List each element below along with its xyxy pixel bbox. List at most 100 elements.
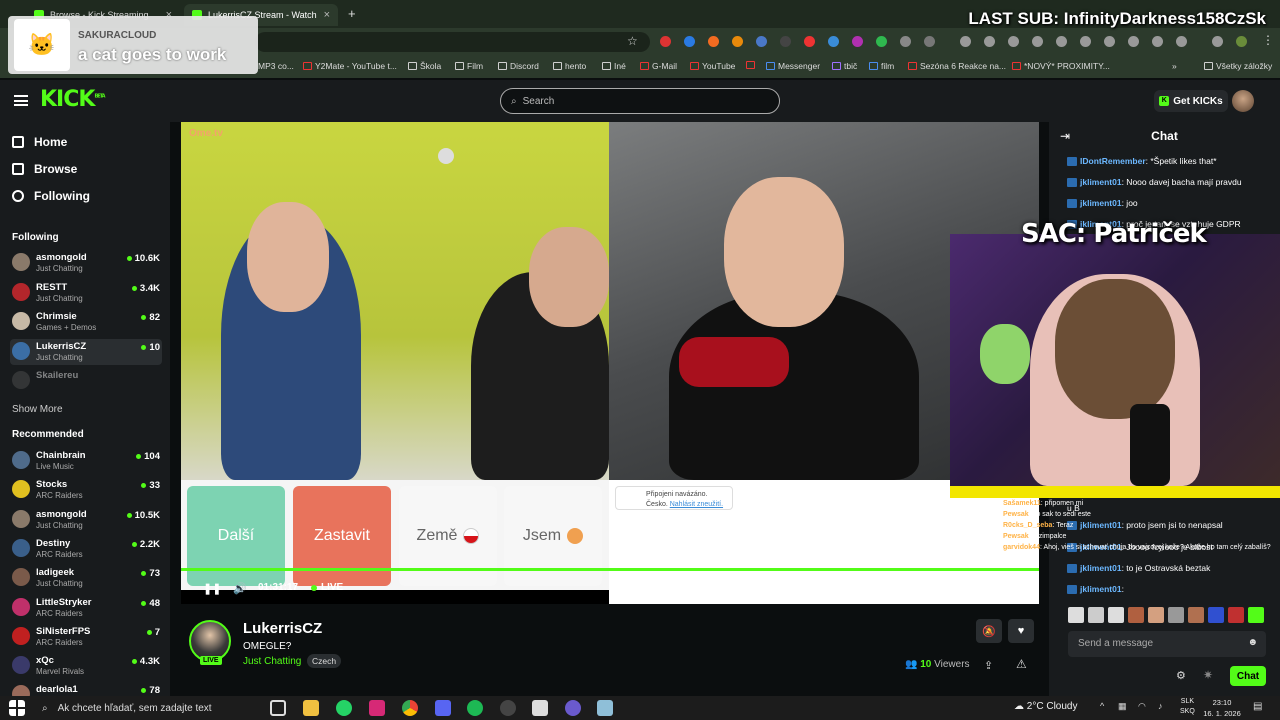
extension-icon[interactable] (852, 36, 863, 47)
extension-icon[interactable] (732, 36, 743, 47)
menu-lines-icon[interactable] (1212, 36, 1223, 47)
bookmark-item[interactable] (746, 61, 755, 69)
nav-browse[interactable]: Browse (12, 162, 77, 176)
bookmark-item[interactable]: MP3 co... (258, 61, 294, 71)
settings-gear-icon[interactable]: ⚙ (1008, 582, 1017, 593)
kick-logo[interactable]: KICKBETA (40, 87, 106, 112)
show-more-link[interactable]: Show More (12, 404, 63, 415)
nav-home[interactable]: Home (12, 135, 67, 149)
stop-button[interactable]: Zastavit (293, 486, 391, 586)
screenshot-icon[interactable] (1032, 36, 1043, 47)
nav-following[interactable]: Following (12, 189, 90, 203)
extension-icon[interactable] (828, 36, 839, 47)
link-icon[interactable] (1008, 36, 1019, 47)
emote-icon[interactable] (1148, 607, 1164, 623)
emote-icon[interactable] (1248, 607, 1264, 623)
emoji-picker-icon[interactable]: ☻ (1247, 637, 1258, 648)
chat-username[interactable]: jkliment01 (1080, 584, 1122, 594)
emote-icon[interactable] (1188, 607, 1204, 623)
input-language[interactable]: SLK SKQ (1180, 697, 1195, 717)
report-warning-icon[interactable]: ⚠ (1016, 657, 1027, 671)
chat-send-button[interactable]: Chat (1230, 666, 1266, 686)
network-icon[interactable]: ▦ (1118, 701, 1127, 712)
tray-chevron-icon[interactable]: ^ (1100, 701, 1104, 711)
user-avatar[interactable] (1232, 90, 1254, 112)
bookmark-item[interactable]: Film (455, 61, 483, 71)
search-input[interactable]: ⌕ Search (500, 88, 780, 114)
emote-icon[interactable] (1228, 607, 1244, 623)
emote-icon[interactable] (1128, 607, 1144, 623)
bookmark-item[interactable]: Škola (408, 61, 441, 71)
follow-heart-button[interactable]: ♥ (1008, 619, 1034, 643)
obs-icon[interactable] (500, 700, 516, 716)
bookmark-item[interactable]: Sezóna 6 Reakce na... (908, 61, 1006, 71)
extension-icon[interactable] (876, 36, 887, 47)
pip-icon[interactable]: ▣ (891, 582, 900, 593)
lab-icon[interactable] (1176, 36, 1187, 47)
history-icon[interactable] (1080, 36, 1091, 47)
bookmark-item[interactable]: YouTube (690, 61, 735, 71)
system-clock[interactable]: 23:10 16. 1. 2026 (1200, 697, 1244, 719)
app-icon[interactable] (565, 700, 581, 716)
chat-username[interactable]: jkliment01 (1080, 177, 1122, 187)
wifi-icon[interactable]: ◠ (1138, 701, 1146, 712)
bookmark-item[interactable]: tbič (832, 61, 857, 71)
country-button[interactable]: Země (399, 486, 497, 586)
fullscreen-icon[interactable]: ⛶ (979, 582, 986, 593)
gender-button[interactable]: Jsem (504, 486, 602, 586)
cast-icon[interactable] (1056, 36, 1067, 47)
channel-item[interactable]: asmongold Just Chatting 10.5K (10, 507, 162, 533)
extension-icon[interactable] (900, 36, 911, 47)
extension-icon[interactable] (684, 36, 695, 47)
channel-item[interactable]: Chrimsie Games + Demos 82 (10, 309, 162, 335)
chat-message-input[interactable]: Send a message ☻ (1068, 631, 1266, 657)
get-kicks-button[interactable]: K Get KICKs (1154, 90, 1228, 112)
channel-item[interactable]: Stocks ARC Raiders 33 (10, 477, 162, 503)
address-bar[interactable] (255, 32, 650, 52)
extension-icon[interactable] (660, 36, 671, 47)
progress-bar[interactable] (181, 568, 1039, 571)
apps-icon[interactable] (984, 36, 995, 47)
volume-icon[interactable]: 🔊 (233, 582, 247, 595)
discord-icon[interactable] (435, 700, 451, 716)
card-icon[interactable] (1152, 36, 1163, 47)
rewards-icon[interactable]: ✷ (1203, 668, 1213, 682)
capcut-icon[interactable] (532, 700, 548, 716)
new-tab-button[interactable]: + (348, 6, 356, 21)
channel-item[interactable]: SiNisterFPS ARC Raiders 7 (10, 624, 162, 650)
bookmark-item[interactable]: Discord (498, 61, 539, 71)
mute-notifications-button[interactable]: 🔕 (976, 619, 1002, 643)
download-icon[interactable] (1104, 36, 1115, 47)
emote-icon[interactable] (1088, 607, 1104, 623)
extension-icon[interactable] (708, 36, 719, 47)
hamburger-menu-icon[interactable] (14, 95, 28, 106)
print-icon[interactable] (960, 36, 971, 47)
kebab-menu-icon[interactable]: ⋮ (1262, 33, 1274, 47)
report-abuse-link[interactable]: Nahlásit zneužití. (670, 501, 723, 508)
channel-item[interactable]: Chainbrain Live Music 104 (10, 448, 162, 474)
windows-start-icon[interactable] (9, 700, 25, 716)
bookmark-item[interactable]: G-Mail (640, 61, 677, 71)
channel-item[interactable]: RESTT Just Chatting 3.4K (10, 280, 162, 306)
bookmark-item[interactable]: film (869, 61, 894, 71)
whatsapp-icon[interactable] (336, 700, 352, 716)
bookmarks-overflow-icon[interactable]: » (1172, 61, 1177, 71)
location-icon[interactable] (1128, 36, 1139, 47)
bookmark-item[interactable]: Y2Mate - YouTube t... (303, 61, 397, 71)
channel-item[interactable]: xQc Marvel Rivals 4.3K (10, 653, 162, 679)
chat-username[interactable]: jkliment01 (1080, 198, 1122, 208)
emote-icon[interactable] (1208, 607, 1224, 623)
bookmark-item[interactable]: Všetky záložky (1204, 61, 1272, 71)
profile-avatar-icon[interactable] (1236, 36, 1247, 47)
chat-username[interactable]: IDontRemember (1080, 156, 1146, 166)
bookmark-item[interactable]: hento (553, 61, 586, 71)
bookmark-item[interactable]: Iné (602, 61, 626, 71)
task-view-icon[interactable] (270, 700, 286, 716)
spotify-icon[interactable] (467, 700, 483, 716)
bookmark-item[interactable]: *NOVÝ* PROXIMITY... (1012, 61, 1110, 71)
bookmark-item[interactable]: Messenger (766, 61, 820, 71)
notifications-icon[interactable]: ▤ (1253, 701, 1262, 712)
extensions-puzzle-icon[interactable] (924, 36, 935, 47)
pause-icon[interactable]: ❚❚ (203, 582, 221, 595)
emote-icon[interactable] (1068, 607, 1084, 623)
